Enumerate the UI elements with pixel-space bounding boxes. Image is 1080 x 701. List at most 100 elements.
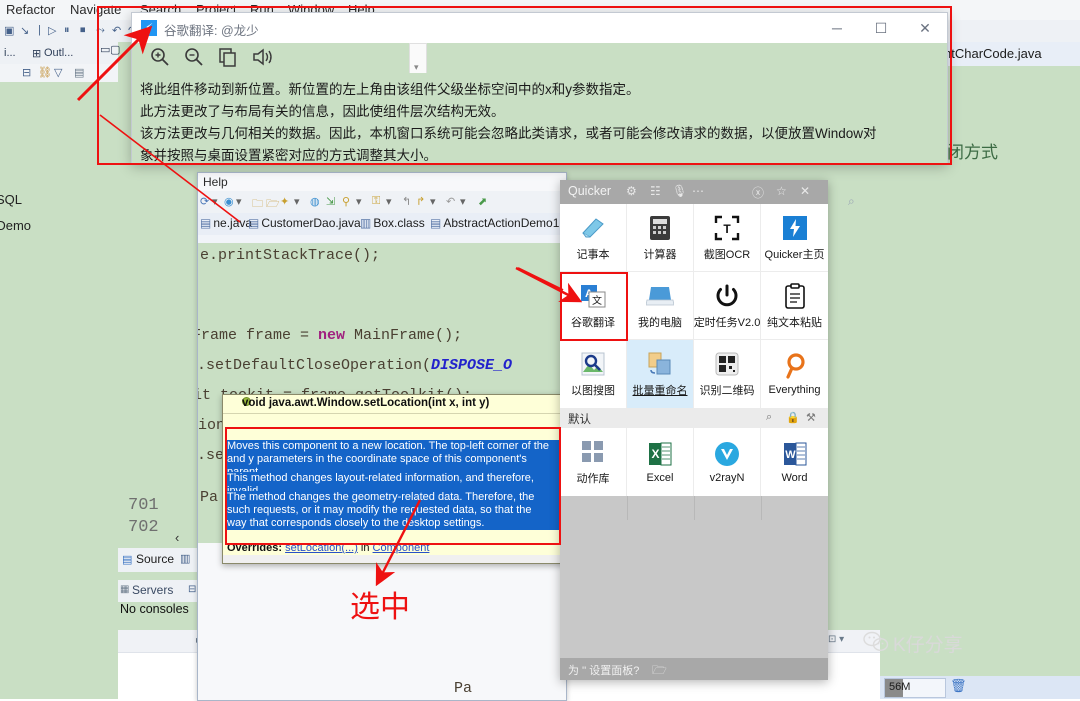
toolbar-debug-icon[interactable]: ⟳	[200, 195, 209, 208]
quicker-action-calculator[interactable]: 计算器	[627, 204, 694, 272]
search-icon[interactable]: ⌕	[766, 411, 772, 424]
toolbar-icon-group-1[interactable]: ▣	[4, 24, 14, 37]
design-tab-icon[interactable]: ▥	[180, 552, 190, 565]
editor-line-numbers: 701 702	[128, 495, 159, 539]
editor-tab-3[interactable]: ▤ AbstractActionDemo1.jav	[430, 216, 566, 230]
quicker-action-everything[interactable]: Everything	[761, 340, 828, 408]
quicker-action-excel[interactable]: X Excel	[627, 428, 694, 496]
console-toolbar-icons[interactable]: ⊡ ▾	[828, 634, 844, 645]
toolbar-dropdown2-icon[interactable]: ▾	[236, 195, 242, 208]
quicker-action-batch-rename[interactable]: 批量重命名	[627, 340, 694, 408]
pin-icon[interactable]: ☆	[776, 184, 787, 198]
view-menu-icon[interactable]: ▤	[74, 66, 84, 79]
toolbar-icon-pause[interactable]: ⏸	[64, 24, 70, 37]
quicker-action-ocr[interactable]: T 截图OCR	[694, 204, 761, 272]
toolbar-run-icon[interactable]: ◉	[224, 195, 234, 208]
view-tab-outline-icon[interactable]: ⊞	[32, 47, 41, 60]
menu-item-refactor[interactable]: Refactor	[6, 2, 55, 17]
quicker-section-header: 默认 ⌕ 🔒 ⚒	[560, 408, 828, 428]
inner-ide-editor-tabs: ▤ ne.java ▤ CustomerDao.java ▥ Box.class ▤ A…	[198, 213, 566, 236]
toolbar-dropdown7-icon[interactable]: ▾	[460, 195, 466, 208]
tree-node-demo[interactable]: rDemo	[0, 218, 31, 233]
toolbar-wand-icon[interactable]: ✦	[280, 195, 289, 208]
quicker-action-translate[interactable]: A文 谷歌翻译	[560, 272, 627, 340]
source-tab-label: Source	[136, 552, 175, 566]
toolbar-newfolder-icon[interactable]: 🗀	[252, 195, 263, 214]
quicker-label: 动作库	[576, 473, 610, 485]
gear-icon[interactable]: ⚙	[626, 184, 637, 198]
quicker-label: Quicker主页	[764, 248, 825, 261]
link-editor-icon[interactable]: ⛓	[38, 66, 52, 79]
more-icon[interactable]: ⋯	[692, 184, 704, 198]
toolbar-dropdown6-icon[interactable]: ▾	[430, 195, 436, 208]
heap-status-indicator[interactable]: 56M	[884, 678, 946, 698]
mic-icon[interactable]: 🎙	[672, 184, 687, 198]
quicker-section-label: 默认	[568, 414, 591, 426]
account-icon[interactable]: ⓧ	[752, 184, 764, 201]
translate-icon: A文	[579, 282, 607, 310]
toolbar-export-icon[interactable]: ⬈	[478, 195, 487, 208]
quicker-action-v2rayn[interactable]: v2rayN	[694, 428, 761, 496]
quicker-label: 识别二维码	[699, 385, 755, 397]
toolbar-key-icon[interactable]: ⚿	[372, 195, 380, 208]
quicker-action-timer[interactable]: 定时任务V2.0	[694, 272, 761, 340]
toolbar-icon-pointer[interactable]: ↘	[20, 24, 29, 37]
tools-icon[interactable]: ⚒	[806, 411, 816, 424]
quicker-action-notebook[interactable]: 记事本	[560, 204, 627, 272]
watermark: K仔分享	[863, 630, 963, 657]
quicker-action-action-library[interactable]: 动作库	[560, 428, 627, 496]
view-tab-outline[interactable]: Outl...	[44, 47, 73, 59]
collapse-all-icon[interactable]: ⊟	[22, 66, 31, 79]
quicker-action-word[interactable]: W Word	[761, 428, 828, 496]
quicker-action-paste[interactable]: 纯文本粘贴	[761, 272, 828, 340]
editor-tab-1[interactable]: ▤ CustomerDao.java	[248, 216, 361, 230]
java-file-icon: ▤	[200, 216, 212, 230]
grid-icon[interactable]: ☷	[650, 184, 661, 198]
annotation-label-selected: 选中	[350, 591, 410, 624]
quicker-action-image-search[interactable]: 以图搜图	[560, 340, 627, 408]
tree-node-sql[interactable]: SQL	[0, 192, 22, 207]
no-consoles-message: No consoles	[120, 602, 189, 616]
quicker-label: v2rayN	[709, 472, 745, 484]
toolbar-icon-run[interactable]: ▷	[48, 24, 56, 37]
editor-tab-2[interactable]: ▥ Box.class	[360, 216, 425, 230]
ocr-icon: T	[713, 214, 741, 242]
toolbar-globe-icon[interactable]: ◍	[310, 195, 320, 208]
quicker-label: 谷歌翻译	[571, 316, 615, 329]
quicker-label: 截图OCR	[703, 248, 751, 261]
toolbar-dropdown-icon[interactable]: ▾	[212, 195, 218, 208]
servers-menu-icon[interactable]: ⊟	[188, 584, 196, 595]
view-tab-package-explorer[interactable]: i...	[4, 47, 16, 59]
trash-icon[interactable]: 🗑	[950, 678, 967, 694]
grid-divider	[627, 496, 628, 520]
tab-scroll-left-icon[interactable]: ‹	[175, 530, 179, 545]
quicker-external-search-icon[interactable]: ⌕	[848, 194, 855, 209]
eclipse-editor-tab-right[interactable]: ntCharCode.java	[940, 42, 1080, 67]
inner-menu-help[interactable]: Help	[203, 175, 228, 189]
toolbar-forward-icon[interactable]: ↱	[416, 195, 425, 208]
filter-icon[interactable]: ▽	[54, 66, 62, 79]
toolbar-icon-separator: |	[38, 24, 41, 36]
toolbar-dropdown5-icon[interactable]: ▾	[386, 195, 392, 208]
toolbar-icon-stop[interactable]: ⏹	[80, 24, 86, 37]
lock-icon[interactable]: 🔒	[786, 411, 800, 424]
action-library-icon	[579, 438, 607, 466]
toolbar-openfolder-icon[interactable]: 🗁	[266, 195, 280, 214]
editor-tab-0[interactable]: ▤ ne.java	[200, 216, 252, 230]
folder-icon[interactable]: 🗁	[652, 661, 667, 680]
quicker-action-home[interactable]: Quicker主页	[761, 204, 828, 272]
quicker-action-qrcode[interactable]: 识别二维码	[694, 340, 761, 408]
quicker-action-computer[interactable]: 我的电脑	[627, 272, 694, 340]
close-icon[interactable]: ✕	[800, 184, 810, 198]
toolbar-back-icon[interactable]: ↰	[402, 195, 411, 208]
quicker-label: 我的电脑	[638, 316, 682, 329]
code-stub-pa-1: Pa	[454, 680, 473, 697]
toolbar-deploy-icon[interactable]: ⇲	[326, 195, 335, 208]
toolbar-dropdown3-icon[interactable]: ▾	[294, 195, 300, 208]
wechat-icon	[863, 631, 889, 652]
javadoc-scroll-strip[interactable]	[223, 555, 563, 563]
toolbar-pin-icon[interactable]: ⚲	[342, 195, 350, 208]
toolbar-prev-icon[interactable]: ↶	[446, 195, 455, 208]
toolbar-dropdown4-icon[interactable]: ▾	[356, 195, 362, 208]
quicker-label: 批量重命名	[632, 385, 688, 397]
